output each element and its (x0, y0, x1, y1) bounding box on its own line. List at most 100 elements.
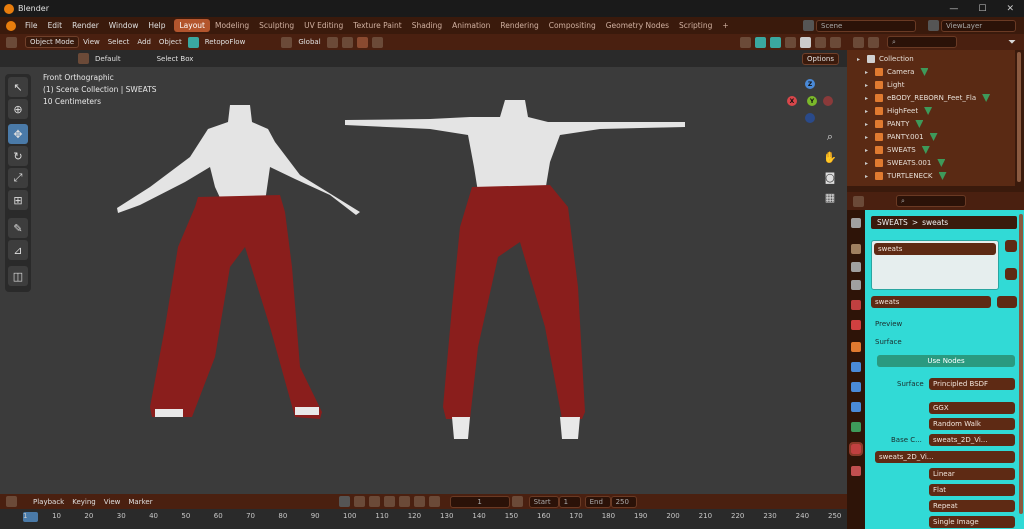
pan-hand-icon[interactable]: ✋ (822, 149, 838, 165)
figure-left[interactable] (117, 105, 360, 419)
menu-marker[interactable]: Marker (124, 496, 156, 508)
menu-file[interactable]: File (20, 21, 43, 30)
solid-shading-icon[interactable] (800, 36, 811, 48)
modifier-icon[interactable] (982, 94, 991, 102)
menu-edit[interactable]: Edit (43, 21, 68, 30)
surface-shader-field[interactable]: Principled BSDF (929, 378, 1015, 390)
material-name-field[interactable]: sweats (871, 296, 991, 308)
prev-key-icon[interactable] (368, 496, 380, 507)
record-icon[interactable] (338, 496, 350, 507)
proportional-edit-icon[interactable] (371, 36, 383, 48)
current-frame-field[interactable]: 1 (449, 495, 510, 508)
options-dropdown[interactable]: Options (801, 52, 839, 65)
base-color-field[interactable]: sweats_2D_Vi... (929, 434, 1015, 446)
gizmo-y-axis[interactable]: Y (807, 96, 817, 106)
gizmo-z-axis[interactable]: Z (805, 79, 815, 89)
interpolation-dropdown[interactable]: Linear (929, 468, 1015, 480)
slot-menu-button[interactable] (1005, 268, 1017, 280)
tab-animation[interactable]: Animation (447, 19, 495, 32)
menu-playback[interactable]: Playback (29, 496, 68, 508)
extension-dropdown[interactable]: Repeat (929, 500, 1015, 512)
object-tab-icon[interactable] (851, 342, 861, 352)
tab-geometry-nodes[interactable]: Geometry Nodes (601, 19, 674, 32)
next-key-icon[interactable] (413, 496, 425, 507)
menu-render[interactable]: Render (67, 21, 104, 30)
transform-tool-icon[interactable]: ⊞ (8, 190, 28, 210)
xray-icon[interactable] (785, 36, 796, 48)
editor-type-icon[interactable] (6, 36, 17, 48)
outliner-item[interactable]: ▸ SWEATS (865, 144, 930, 156)
add-cube-tool-icon[interactable]: ◫ (8, 266, 28, 286)
expand-arrow-icon[interactable]: ▸ (857, 56, 867, 63)
expand-arrow-icon[interactable]: ▸ (865, 95, 875, 102)
outliner-search-input[interactable]: ⌕ (887, 36, 957, 48)
source-dropdown[interactable]: Single Image (929, 516, 1015, 528)
gizmo-toggle-icon[interactable] (755, 36, 766, 48)
start-frame-field[interactable]: 1 (558, 495, 581, 508)
preview-panel-header[interactable]: Preview (875, 320, 902, 328)
visibility-icon[interactable] (740, 36, 751, 48)
annotate-tool-icon[interactable]: ✎ (8, 218, 28, 238)
modifier-icon[interactable] (937, 159, 946, 167)
menu-add[interactable]: Add (133, 36, 155, 48)
distribution-dropdown[interactable]: GGX (929, 402, 1015, 414)
properties-editor-icon[interactable] (853, 195, 864, 207)
rendered-shading-icon[interactable] (830, 36, 841, 48)
figure-right[interactable] (345, 100, 685, 439)
texture-tab-icon[interactable] (851, 466, 861, 476)
use-nodes-button[interactable]: Use Nodes (877, 355, 1015, 367)
tool-tab-icon[interactable] (851, 218, 861, 228)
gizmo-x-axis[interactable]: X (787, 96, 797, 106)
tab-uv-editing[interactable]: UV Editing (299, 19, 348, 32)
menu-timeline-view[interactable]: View (100, 496, 125, 508)
blender-menu-icon[interactable] (6, 20, 16, 31)
data-tab-icon[interactable] (851, 422, 861, 432)
menu-view[interactable]: View (79, 36, 104, 48)
navigation-gizmo[interactable]: Z X Y (785, 77, 835, 127)
expand-arrow-icon[interactable]: ▸ (865, 108, 875, 115)
material-shading-icon[interactable] (815, 36, 826, 48)
zoom-icon[interactable]: ⌕ (822, 129, 838, 145)
outliner-item[interactable]: ▸ TURTLENECK (865, 170, 947, 182)
perspective-toggle-icon[interactable]: ▦ (822, 189, 838, 205)
pivot-icon[interactable] (326, 36, 338, 48)
image-name-field[interactable]: sweats_2D_Vi... (875, 451, 1015, 463)
properties-search-input[interactable]: ⌕ (896, 195, 966, 207)
overlay-toggle-icon[interactable] (770, 36, 781, 48)
jump-end-icon[interactable] (428, 496, 440, 507)
cursor-tool-icon[interactable]: ⊕ (8, 99, 28, 119)
tab-sculpting[interactable]: Sculpting (254, 19, 299, 32)
render-tab-icon[interactable] (851, 244, 861, 254)
expand-arrow-icon[interactable]: ▸ (865, 69, 875, 76)
outliner-item[interactable]: ▸ Light (865, 79, 904, 91)
tab-compositing[interactable]: Compositing (544, 19, 601, 32)
expand-arrow-icon[interactable]: ▸ (865, 147, 875, 154)
outliner-item[interactable]: ▸ SWEATS.001 (865, 157, 946, 169)
select-cursor-icon[interactable]: ↖ (8, 77, 28, 97)
world-tab-icon[interactable] (851, 320, 861, 330)
outliner-scrollbar[interactable] (1017, 52, 1021, 182)
modifier-tab-icon[interactable] (851, 362, 861, 372)
camera-view-icon[interactable]: ◙ (822, 169, 838, 185)
scale-tool-icon[interactable]: ⤢ (8, 168, 28, 188)
outliner-item[interactable]: ▸ Camera (865, 66, 929, 78)
play-icon[interactable] (398, 496, 410, 507)
preview-range-icon[interactable] (511, 496, 523, 507)
physics-tab-icon[interactable] (851, 402, 861, 412)
expand-arrow-icon[interactable]: ▸ (865, 160, 875, 167)
retopoflow-icon[interactable] (187, 36, 199, 48)
outliner-item[interactable]: ▸ PANTY (865, 118, 924, 130)
projection-dropdown[interactable]: Flat (929, 484, 1015, 496)
menu-window[interactable]: Window (104, 21, 144, 30)
add-slot-button[interactable] (1005, 240, 1017, 252)
maximize-button[interactable]: ☐ (978, 4, 986, 14)
snap-icon[interactable] (341, 36, 353, 48)
move-tool-icon[interactable]: ✥ (8, 124, 28, 144)
3d-viewport[interactable]: Front Orthographic (1) Scene Collection … (0, 67, 847, 494)
gizmo-neg-z-axis[interactable] (805, 113, 815, 123)
measure-tool-icon[interactable]: ⊿ (8, 240, 28, 260)
mode-dropdown[interactable]: Object Mode (25, 36, 80, 48)
gizmo-neg-x-axis[interactable] (823, 96, 833, 106)
material-slot-list[interactable]: sweats (871, 240, 999, 290)
menu-help[interactable]: Help (143, 21, 170, 30)
